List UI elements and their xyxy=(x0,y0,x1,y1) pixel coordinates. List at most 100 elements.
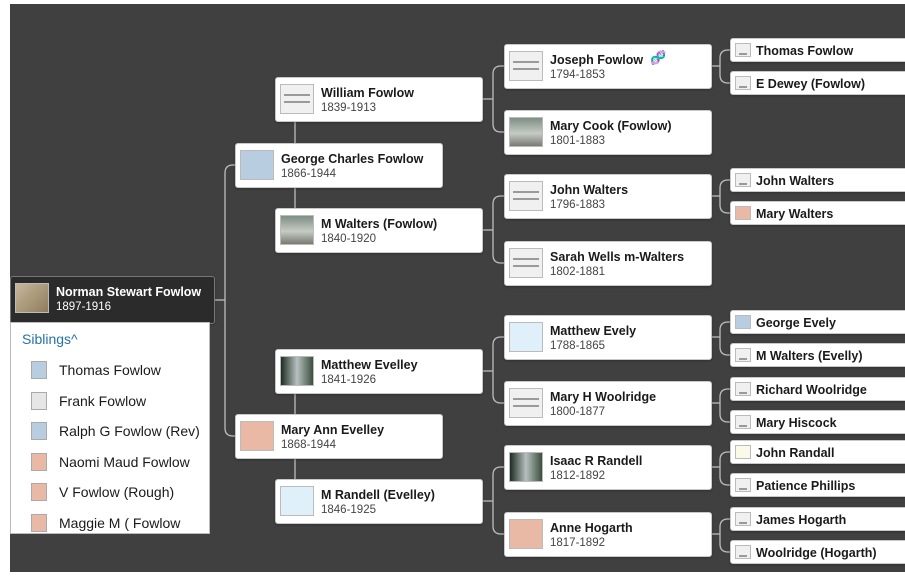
maternal-grandfather-dates: 1841-1926 xyxy=(321,374,376,386)
connector-line xyxy=(719,413,730,423)
sibling-item[interactable]: V Fowlow (Rough) xyxy=(27,481,211,503)
family-tree-canvas[interactable]: Norman Stewart Fowlow 1897-1916 Siblings… xyxy=(10,4,905,572)
female-silhouette-icon xyxy=(31,452,47,471)
gg-grandparent-name: Thomas Fowlow xyxy=(756,44,854,58)
great-grandparent-name: Joseph Fowlow xyxy=(550,53,644,67)
sibling-item[interactable]: Frank Fowlow xyxy=(27,390,211,412)
great-grandparent-name: Matthew Evely xyxy=(550,324,637,338)
maternal-grandmother-card[interactable]: M Randell (Evelley) 1846-1925 xyxy=(275,479,483,524)
great-grandparent-dates: 1812-1892 xyxy=(550,470,605,482)
great-grandparent-name: Sarah Wells m-Walters xyxy=(550,250,685,264)
document-icon xyxy=(509,51,543,81)
great-grandparent-name: John Walters xyxy=(550,183,629,197)
maternal-grandfather-name: Matthew Evelley xyxy=(321,358,418,372)
sibling-item[interactable]: Thomas Fowlow xyxy=(27,359,211,381)
gg-grandparent-name: Richard Woolridge xyxy=(756,383,867,397)
father-dates: 1866-1944 xyxy=(281,168,336,180)
gg-grandparent-card[interactable]: Woolridge (Hogarth) xyxy=(730,540,905,564)
paternal-grandmother-card[interactable]: M Walters (Fowlow) 1840-1920 xyxy=(275,208,483,253)
connector-line xyxy=(492,525,504,535)
connector-line xyxy=(492,195,504,205)
paternal-grandfather-card[interactable]: William Fowlow 1839-1913 xyxy=(275,77,483,122)
connector-line xyxy=(719,518,730,528)
dna-icon: 🧬 xyxy=(650,50,667,65)
gg-grandparent-card[interactable]: Thomas Fowlow xyxy=(730,38,905,62)
female-silhouette-icon xyxy=(735,206,751,220)
gg-grandparent-card[interactable]: Patience Phillips xyxy=(730,473,905,497)
gg-grandparent-name: James Hogarth xyxy=(756,513,847,527)
root-person-card[interactable]: Norman Stewart Fowlow 1897-1916 xyxy=(10,276,215,324)
document-icon xyxy=(735,382,751,396)
gg-grandparent-card[interactable]: Richard Woolridge xyxy=(730,377,905,401)
great-grandparent-dates: 1796-1883 xyxy=(550,199,605,211)
great-grandparent-card[interactable]: Matthew Evely 1788-1865 xyxy=(504,315,712,360)
connector-line xyxy=(224,427,235,437)
great-grandparent-card[interactable]: John Walters 1796-1883 xyxy=(504,174,712,219)
mother-card[interactable]: Mary Ann Evelley 1868-1944 xyxy=(235,414,443,459)
great-grandparent-card[interactable]: Isaac R Randell 1812-1892 xyxy=(504,445,712,490)
sibling-item[interactable]: Maggie M ( Fowlow xyxy=(27,512,211,534)
maternal-grandmother-name: M Randell (Evelley) xyxy=(321,488,435,502)
document-icon xyxy=(735,415,751,429)
gg-grandparent-card[interactable]: John Walters xyxy=(730,168,905,192)
document-icon xyxy=(31,391,47,410)
gg-grandparent-card[interactable]: M Walters (Evelly) xyxy=(730,343,905,367)
father-card[interactable]: George Charles Fowlow 1866-1944 xyxy=(235,143,443,188)
gg-grandparent-card[interactable]: John Randall xyxy=(730,440,905,464)
siblings-panel: Siblings^ Thomas Fowlow Frank Fowlow Ralph… xyxy=(10,322,210,534)
document-icon xyxy=(735,76,751,90)
great-grandparent-card[interactable]: Anne Hogarth 1817-1892 xyxy=(504,512,712,557)
sibling-item[interactable]: Ralph G Fowlow (Rev) xyxy=(27,420,211,442)
connector-line xyxy=(719,388,730,398)
gg-grandparent-card[interactable]: James Hogarth xyxy=(730,507,905,531)
great-grandparent-dates: 1802-1881 xyxy=(550,266,605,278)
document-icon xyxy=(509,388,543,418)
connector-line xyxy=(492,336,504,346)
great-grandparent-dates: 1800-1877 xyxy=(550,406,605,418)
document-icon xyxy=(735,545,751,559)
siblings-toggle[interactable]: Siblings^ xyxy=(22,331,78,347)
cross-icon xyxy=(509,322,543,352)
great-grandparent-card[interactable]: Sarah Wells m-Walters 1802-1881 xyxy=(504,241,712,286)
document-icon xyxy=(735,173,751,187)
connector-line xyxy=(719,476,730,486)
connector-line xyxy=(719,346,730,356)
document-icon xyxy=(735,348,751,362)
sibling-name: Frank Fowlow xyxy=(59,392,147,409)
great-grandparent-dates: 1801-1883 xyxy=(550,135,605,147)
gg-grandparent-card[interactable]: George Evely xyxy=(730,310,905,334)
sibling-name: Thomas Fowlow xyxy=(59,362,161,378)
connector-line xyxy=(224,164,235,174)
document-icon xyxy=(735,445,751,459)
gg-grandparent-name: Mary Walters xyxy=(756,207,834,221)
gg-grandparent-name: Mary Hiscock xyxy=(756,416,837,430)
gg-grandparent-card[interactable]: Mary Walters xyxy=(730,201,905,225)
gg-grandparent-name: George Evely xyxy=(756,316,836,330)
gg-grandparent-card[interactable]: E Dewey (Fowlow) xyxy=(730,71,905,95)
great-grandparent-card[interactable]: Mary Cook (Fowlow) 1801-1883 xyxy=(504,110,712,155)
document-icon xyxy=(280,84,314,114)
root-person-dates: 1897-1916 xyxy=(56,301,111,313)
great-grandparent-name: Mary H Woolridge xyxy=(550,390,657,404)
great-grandparent-card[interactable]: Mary H Woolridge 1800-1877 xyxy=(504,381,712,426)
connector-line xyxy=(719,74,730,84)
great-grandparent-dates: 1817-1892 xyxy=(550,537,605,549)
paternal-grandmother-name: M Walters (Fowlow) xyxy=(321,217,438,231)
photo-thumbnail xyxy=(509,452,543,482)
female-silhouette-icon xyxy=(509,519,543,549)
paternal-grandfather-dates: 1839-1913 xyxy=(321,102,376,114)
connector-line xyxy=(492,466,504,476)
male-silhouette-icon xyxy=(31,361,47,379)
document-icon xyxy=(509,248,543,278)
male-silhouette-icon xyxy=(31,422,47,440)
photo-thumbnail xyxy=(280,356,314,386)
maternal-grandfather-card[interactable]: Matthew Evelley 1841-1926 xyxy=(275,349,483,394)
female-silhouette-icon xyxy=(31,513,47,532)
sibling-name: Maggie M ( Fowlow xyxy=(59,514,181,531)
sibling-item[interactable]: Naomi Maud Fowlow xyxy=(27,451,211,473)
gg-grandparent-card[interactable]: Mary Hiscock xyxy=(730,410,905,434)
great-grandparent-card[interactable]: Joseph Fowlow 1794-1853 🧬 xyxy=(504,44,712,89)
paternal-grandfather-name: William Fowlow xyxy=(321,86,414,100)
female-silhouette-icon xyxy=(31,483,47,501)
connector-line xyxy=(492,65,504,75)
